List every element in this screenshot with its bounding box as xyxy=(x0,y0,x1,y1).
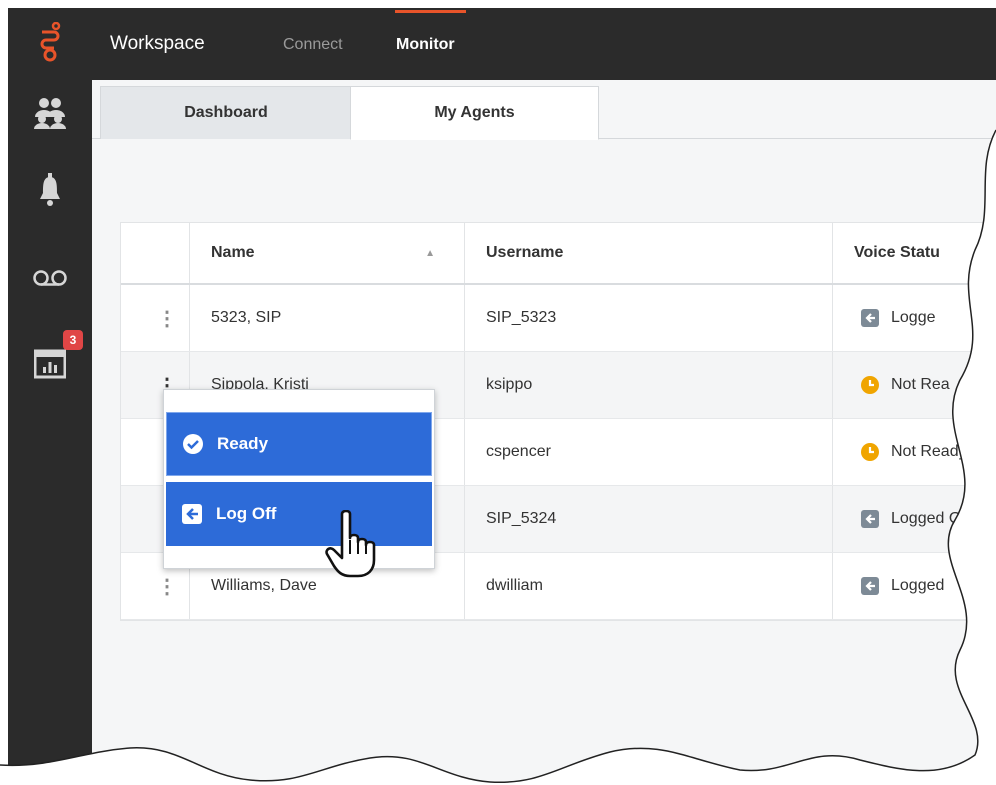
sort-ascending-icon: ▲ xyxy=(425,247,435,259)
check-circle-icon xyxy=(183,434,203,454)
app-logo xyxy=(8,8,92,80)
logged-off-icon xyxy=(861,309,879,327)
agent-state-dropdown-menu: Ready Log Off xyxy=(163,389,435,569)
voice-status-label: Logge xyxy=(891,309,936,326)
team-icon xyxy=(32,95,68,129)
menu-item-label: Log Off xyxy=(216,504,277,523)
bell-icon xyxy=(39,173,61,207)
voice-status-label: Not Ready xyxy=(891,443,967,460)
agent-username: SIP_5323 xyxy=(486,309,557,326)
voice-status: Logged xyxy=(861,553,944,619)
voice-status-label: Logged xyxy=(891,577,945,594)
menu-item-ready[interactable]: Ready xyxy=(166,412,432,476)
menu-item-log-off[interactable]: Log Off xyxy=(166,482,432,546)
tab-divider xyxy=(598,138,996,139)
voice-status: Logged Of xyxy=(861,486,966,552)
column-header-name[interactable]: Name ▲ xyxy=(211,223,451,283)
app-title: Workspace xyxy=(110,33,205,54)
table-header: Name ▲ Username Voice Statu xyxy=(121,223,996,285)
row-actions-kebab-icon[interactable]: ⋮ xyxy=(157,285,163,351)
voice-status: Not Ready xyxy=(861,419,967,485)
tab-dashboard[interactable]: Dashboard xyxy=(100,86,352,139)
tab-divider xyxy=(92,138,100,139)
tab-my-agents[interactable]: My Agents xyxy=(350,86,599,140)
menu-item-label: Ready xyxy=(217,434,269,453)
notification-count-badge: 3 xyxy=(63,330,83,350)
agent-name: 5323, SIP xyxy=(211,309,282,326)
nav-active-indicator xyxy=(395,10,466,13)
voice-status: Logge xyxy=(861,285,936,351)
not-ready-clock-icon xyxy=(861,376,879,394)
sidebar-item-team[interactable] xyxy=(8,82,92,142)
nav-connect[interactable]: Connect xyxy=(283,36,343,54)
voice-status: Not Rea xyxy=(861,352,950,418)
table-row[interactable]: ⋮ 5323, SIP SIP_5323 Logge xyxy=(121,285,996,352)
logged-off-icon xyxy=(861,577,879,595)
column-header-username[interactable]: Username xyxy=(486,223,563,283)
logged-off-icon xyxy=(861,510,879,528)
sidebar-item-voicemail[interactable] xyxy=(8,248,92,308)
log-off-icon xyxy=(182,504,202,524)
column-header-voice-status[interactable]: Voice Statu xyxy=(854,223,940,283)
agent-username: ksippo xyxy=(486,376,533,393)
agent-username: SIP_5324 xyxy=(486,510,557,527)
not-ready-clock-icon xyxy=(861,443,879,461)
voice-status-label: Logged Of xyxy=(891,510,966,527)
voicemail-icon xyxy=(32,268,68,288)
hand-pointer-cursor-icon xyxy=(324,510,382,583)
agent-username: dwilliam xyxy=(486,577,543,594)
nav-monitor[interactable]: Monitor xyxy=(396,36,455,54)
agent-username: cspencer xyxy=(486,443,551,460)
sidebar-item-notifications[interactable] xyxy=(8,160,92,220)
sidebar xyxy=(8,80,92,785)
voice-status-label: Not Rea xyxy=(891,376,950,393)
dashboard-chart-icon xyxy=(34,349,66,379)
genesys-logo-icon xyxy=(38,22,62,62)
column-header-label: Name xyxy=(211,244,255,261)
